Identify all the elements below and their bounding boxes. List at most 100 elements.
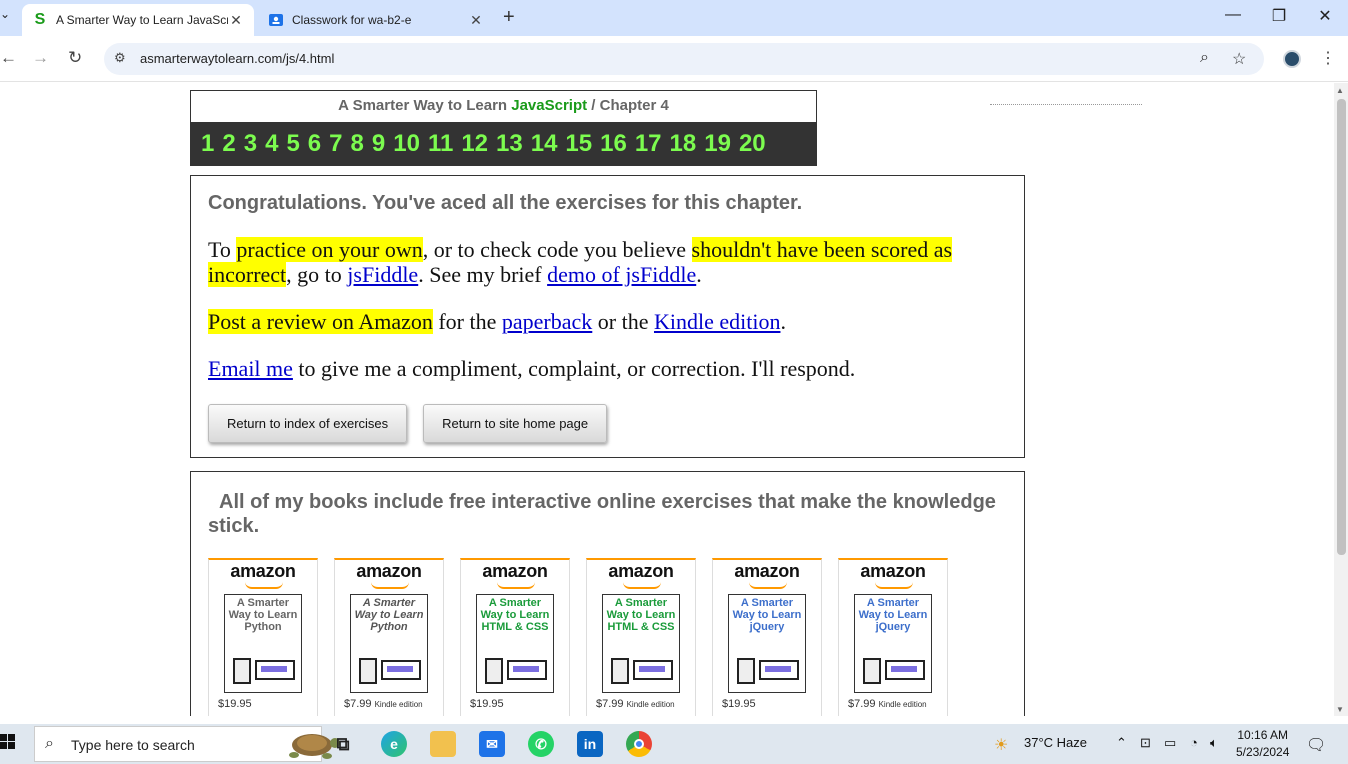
text: . bbox=[696, 262, 702, 287]
chapter-link[interactable]: 13 bbox=[496, 130, 523, 158]
tab-active[interactable]: S A Smarter Way to Learn JavaScr ✕ bbox=[22, 4, 254, 36]
chapter-link[interactable]: 14 bbox=[531, 130, 558, 158]
reload-icon[interactable]: ↻ bbox=[68, 48, 82, 68]
scroll-thumb[interactable] bbox=[1337, 99, 1346, 555]
book-card[interactable]: amazon A Smarter Way to Learn HTML & CSS $… bbox=[460, 558, 570, 716]
weather-text[interactable]: 37°C Haze bbox=[1024, 735, 1087, 750]
text: for the bbox=[432, 309, 502, 334]
bookmark-star-icon[interactable]: ☆ bbox=[1232, 49, 1246, 69]
chapter-link[interactable]: 16 bbox=[600, 130, 627, 158]
amazon-logo: amazon bbox=[482, 561, 548, 581]
chapter-link[interactable]: 3 bbox=[244, 130, 257, 158]
minimize-icon[interactable]: — bbox=[1210, 6, 1256, 24]
book-title: A Smarter Way to Learn Python bbox=[228, 597, 298, 633]
amazon-smile-icon bbox=[371, 582, 409, 589]
close-tab-icon[interactable]: ✕ bbox=[228, 12, 244, 29]
book-price-line: $7.99 Kindle edition bbox=[596, 698, 675, 710]
page-scrollbar[interactable]: ▲ ▼ bbox=[1334, 83, 1348, 716]
close-window-icon[interactable]: ✕ bbox=[1302, 6, 1348, 26]
linkedin-icon[interactable]: in bbox=[577, 731, 603, 757]
url-text[interactable]: asmarterwaytolearn.com/js/4.html bbox=[140, 51, 334, 66]
chapter-link[interactable]: 6 bbox=[308, 130, 321, 158]
site-info-icon[interactable]: ⚙ bbox=[114, 50, 126, 66]
book-card[interactable]: amazon A Smarter Way to Learn Python $19.9… bbox=[208, 558, 318, 716]
amazon-logo: amazon bbox=[860, 561, 926, 581]
forward-icon[interactable]: → bbox=[32, 48, 49, 68]
book-price-line: $7.99 Kindle edition bbox=[344, 698, 423, 710]
restore-icon[interactable]: ❐ bbox=[1256, 6, 1302, 26]
clock[interactable]: 10:16 AM 5/23/2024 bbox=[1236, 727, 1289, 761]
menu-icon[interactable]: ⋮ bbox=[1320, 48, 1336, 68]
book-cover[interactable]: A Smarter Way to Learn jQuery bbox=[728, 594, 806, 693]
chapter-link[interactable]: 7 bbox=[329, 130, 342, 158]
mail-icon[interactable]: ✉ bbox=[479, 731, 505, 757]
chapter-link[interactable]: 11 bbox=[428, 130, 453, 158]
weather-icon[interactable]: ☀ bbox=[994, 735, 1008, 755]
chapter-link[interactable]: 18 bbox=[670, 130, 697, 158]
amazon-logo: amazon bbox=[356, 561, 422, 581]
address-bar[interactable]: ⚙ asmarterwaytolearn.com/js/4.html ⌕ ☆ bbox=[104, 43, 1264, 75]
chrome-icon[interactable] bbox=[626, 731, 652, 757]
book-card[interactable]: amazon A Smarter Way to Learn Python $7.99… bbox=[334, 558, 444, 716]
paperback-link[interactable]: paperback bbox=[502, 309, 592, 334]
classroom-favicon-icon bbox=[268, 12, 284, 28]
chapter-link[interactable]: 12 bbox=[461, 130, 488, 158]
text: , go to bbox=[286, 262, 348, 287]
jsfiddle-link[interactable]: jsFiddle bbox=[347, 262, 418, 287]
file-explorer-icon[interactable] bbox=[430, 731, 456, 757]
whatsapp-icon[interactable]: ✆ bbox=[528, 731, 554, 757]
chapter-link[interactable]: 20 bbox=[739, 130, 766, 158]
book-card[interactable]: amazon A Smarter Way to Learn jQuery $19.9… bbox=[712, 558, 822, 716]
review-paragraph: Post a review on Amazon for the paperbac… bbox=[208, 309, 1007, 334]
book-cover[interactable]: A Smarter Way to Learn Python bbox=[350, 594, 428, 693]
amazon-smile-icon bbox=[245, 582, 283, 589]
chapter-link[interactable]: 1 bbox=[201, 130, 214, 158]
chapter-link[interactable]: 4 bbox=[265, 130, 278, 158]
demo-jsfiddle-link[interactable]: demo of jsFiddle bbox=[547, 262, 696, 287]
book-card[interactable]: amazon A Smarter Way to Learn jQuery $7.99… bbox=[838, 558, 948, 716]
notifications-icon[interactable]: 🗨︎ bbox=[1306, 735, 1326, 755]
chapter-link[interactable]: 9 bbox=[372, 130, 385, 158]
battery-icon[interactable]: ▭ bbox=[1164, 735, 1176, 751]
taskbar-search-box[interactable]: ⌕ Type here to search bbox=[34, 726, 340, 762]
task-view-icon[interactable]: ⧉ bbox=[330, 731, 356, 757]
windows-start-icon[interactable] bbox=[0, 734, 16, 750]
book-price: $7.99 bbox=[848, 698, 876, 710]
tab-title: Classwork for wa-b2-e bbox=[292, 13, 412, 27]
book-card[interactable]: amazon A Smarter Way to Learn HTML & CSS $… bbox=[586, 558, 696, 716]
scroll-up-icon[interactable]: ▲ bbox=[1336, 86, 1344, 95]
chapter-link[interactable]: 17 bbox=[635, 130, 662, 158]
return-home-button[interactable]: Return to site home page bbox=[423, 404, 608, 443]
email-me-link[interactable]: Email me bbox=[208, 356, 293, 381]
scroll-down-icon[interactable]: ▼ bbox=[1336, 705, 1344, 714]
chapter-link[interactable]: 19 bbox=[704, 130, 731, 158]
chapter-link[interactable]: 10 bbox=[393, 130, 420, 158]
edge-browser-icon[interactable]: e bbox=[381, 731, 407, 757]
return-index-button[interactable]: Return to index of exercises bbox=[208, 404, 408, 443]
book-cover[interactable]: A Smarter Way to Learn jQuery bbox=[854, 594, 932, 693]
book-price: $19.95 bbox=[470, 698, 504, 710]
book-price-line: $19.95 bbox=[470, 698, 504, 710]
book-cover[interactable]: A Smarter Way to Learn Python bbox=[224, 594, 302, 693]
back-icon[interactable]: ← bbox=[0, 48, 17, 68]
profile-avatar[interactable] bbox=[1283, 50, 1301, 68]
tab-inactive[interactable]: Classwork for wa-b2-e ✕ bbox=[258, 4, 494, 36]
chapter-link[interactable]: 8 bbox=[351, 130, 364, 158]
congrats-heading: Congratulations. You've aced all the exe… bbox=[208, 192, 803, 214]
close-tab-icon[interactable]: ✕ bbox=[468, 12, 484, 29]
amazon-smile-icon bbox=[749, 582, 787, 589]
kindle-edition-link[interactable]: Kindle edition bbox=[654, 309, 780, 334]
volume-icon[interactable]: 🔈︎ bbox=[1210, 735, 1218, 751]
show-hidden-icons-icon[interactable]: ⌃ bbox=[1116, 735, 1127, 751]
tab-search-icon[interactable]: ⌄ bbox=[0, 7, 14, 27]
zoom-icon[interactable]: ⌕ bbox=[1200, 49, 1209, 67]
devices-icon bbox=[863, 658, 925, 686]
new-tab-icon[interactable]: + bbox=[503, 6, 515, 29]
book-cover[interactable]: A Smarter Way to Learn HTML & CSS bbox=[476, 594, 554, 693]
chapter-link[interactable]: 5 bbox=[286, 130, 299, 158]
meet-icon[interactable]: ⊡ bbox=[1140, 735, 1151, 751]
chapter-link[interactable]: 15 bbox=[565, 130, 592, 158]
wifi-icon[interactable]: ◔ bbox=[1190, 735, 1198, 750]
book-cover[interactable]: A Smarter Way to Learn HTML & CSS bbox=[602, 594, 680, 693]
chapter-link[interactable]: 2 bbox=[222, 130, 235, 158]
